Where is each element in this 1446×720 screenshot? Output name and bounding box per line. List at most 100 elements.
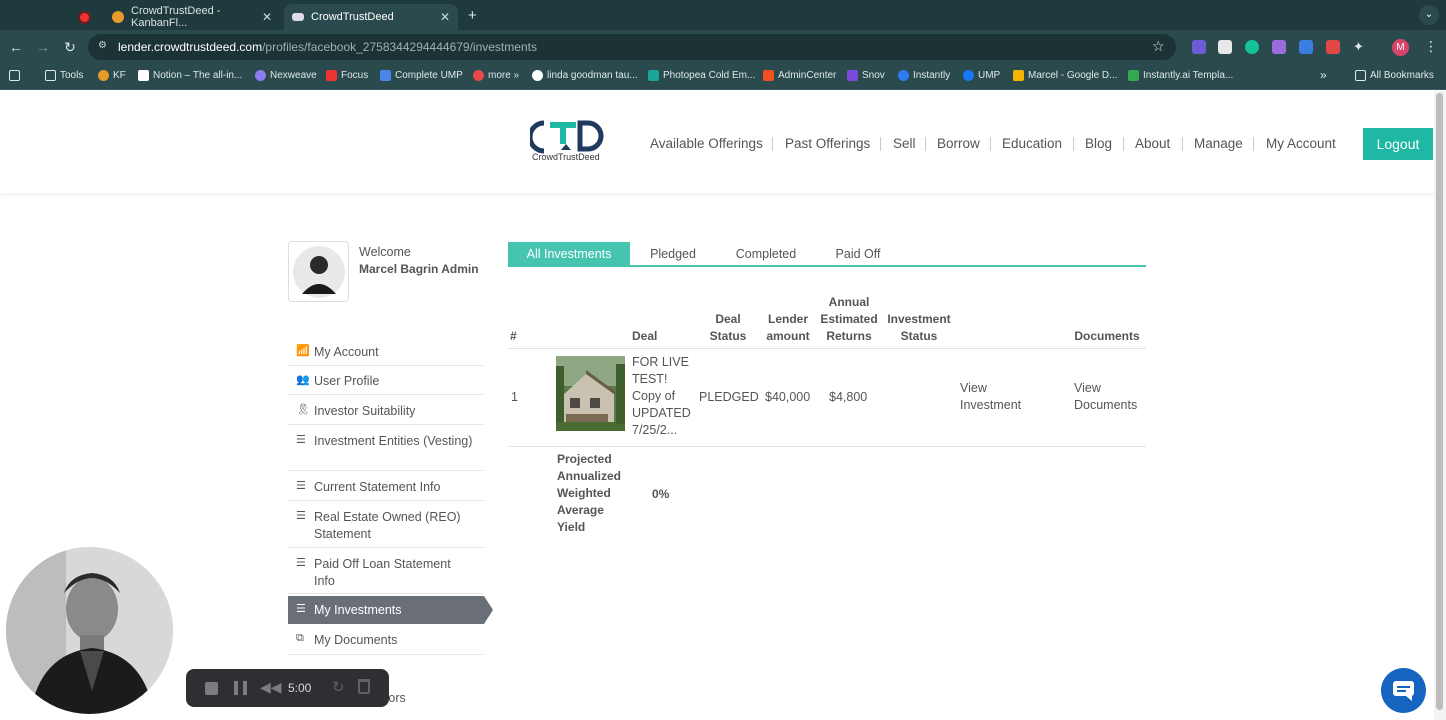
bookmark-star-icon[interactable]: ☆ <box>1152 38 1165 55</box>
deal-thumbnail[interactable] <box>556 356 625 431</box>
nav-blog[interactable]: Blog <box>1085 136 1112 151</box>
bookmarks-overflow-icon[interactable]: » <box>1320 68 1327 82</box>
tab-title: CrowdTrustDeed - KanbanFl... <box>131 5 221 29</box>
tab-underline <box>508 265 1146 267</box>
bookmark-snov[interactable]: Snov <box>847 70 885 81</box>
sidebar-item-user-profile[interactable]: 👥 User Profile <box>288 373 484 395</box>
chat-widget-button[interactable] <box>1381 668 1426 713</box>
site-info-icon[interactable]: ⚙ <box>98 40 107 51</box>
back-arrow-icon[interactable]: ← <box>8 39 24 55</box>
reload-icon[interactable]: ↻ <box>62 39 78 55</box>
profile-avatar[interactable]: M <box>1392 39 1409 56</box>
col-header-annual-returns: Annual Estimated Returns <box>820 295 878 343</box>
extension-icon[interactable] <box>1272 40 1286 54</box>
table-divider <box>508 446 1146 447</box>
browser-toolbar: ← → ↻ ⚙ lender.crowdtrustdeed.com/profil… <box>0 30 1446 64</box>
apps-grid-icon[interactable] <box>9 70 24 81</box>
bookmark-marcel-google-drive[interactable]: Marcel - Google D... <box>1013 70 1117 81</box>
bookmark-instantly-templates[interactable]: Instantly.ai Templa... <box>1128 70 1233 81</box>
col-header-documents: Documents <box>1074 329 1140 343</box>
pause-icon[interactable] <box>234 681 247 695</box>
bookmark-focus[interactable]: Focus <box>326 70 368 81</box>
all-bookmarks[interactable]: All Bookmarks <box>1355 70 1434 81</box>
bookmark-kf[interactable]: KF <box>98 70 126 81</box>
nav-education[interactable]: Education <box>1002 136 1062 151</box>
deal-status: PLEDGED <box>699 390 759 404</box>
nav-past-offerings[interactable]: Past Offerings <box>785 136 870 151</box>
list-icon: ☰ <box>296 480 306 492</box>
grammarly-icon[interactable] <box>1245 40 1259 54</box>
address-bar[interactable]: ⚙ lender.crowdtrustdeed.com/profiles/fac… <box>88 34 1176 60</box>
tab-completed[interactable]: Completed <box>724 242 808 266</box>
close-icon[interactable]: ✕ <box>262 10 272 24</box>
scrollbar-thumb[interactable] <box>1436 93 1443 710</box>
sidebar-item-reo-statement[interactable]: ☰ Real Estate Owned (REO) Statement <box>288 509 484 548</box>
forward-arrow-icon[interactable]: → <box>35 39 51 55</box>
view-documents-link[interactable]: View Documents <box>1074 380 1144 414</box>
site-favicon-icon <box>292 13 304 21</box>
rewind-icon[interactable]: ◀◀ <box>260 679 282 696</box>
welcome-label: Welcome <box>359 245 411 259</box>
bookmark-google-search[interactable]: linda goodman tau... <box>532 70 638 81</box>
browser-tab-bar: CrowdTrustDeed - KanbanFl... ✕ CrowdTrus… <box>0 0 1446 30</box>
bookmark-ump[interactable]: UMP <box>963 70 1000 81</box>
page-scrollbar[interactable] <box>1434 91 1446 720</box>
sidebar-item-paid-off-loan-statement[interactable]: ☰ Paid Off Loan Statement Info <box>288 556 484 594</box>
extension-icon[interactable] <box>1218 40 1232 54</box>
nav-available-offerings[interactable]: Available Offerings <box>650 136 763 151</box>
bookmarks-bar: Tools KF Notion – The all-in... Nexweave… <box>0 64 1446 90</box>
extension-icon[interactable] <box>1192 40 1206 54</box>
extension-icon[interactable] <box>1299 40 1313 54</box>
site-header: CrowdTrustDeed Available Offerings Past … <box>0 91 1446 193</box>
bookmark-complete-ump[interactable]: Complete UMP <box>380 70 463 81</box>
sidebar-item-my-account[interactable]: 📶 My Account <box>288 344 484 366</box>
bookmark-instantly[interactable]: Instantly <box>898 70 950 81</box>
close-icon[interactable]: ✕ <box>440 10 450 24</box>
sidebar-item-my-investments[interactable]: ☰ My Investments <box>288 596 493 624</box>
bookmark-notion[interactable]: Notion – The all-in... <box>138 70 242 81</box>
crowdtrustdeed-logo[interactable]: CrowdTrustDeed <box>527 119 606 163</box>
browser-tab-kanban[interactable]: CrowdTrustDeed - KanbanFl... ✕ <box>104 4 280 30</box>
tab-paid-off[interactable]: Paid Off <box>822 242 894 266</box>
browser-tab-crowdtrustdeed[interactable]: CrowdTrustDeed ✕ <box>284 4 458 30</box>
weighted-yield-label: Projected Annualized Weighted Average Yi… <box>557 452 622 534</box>
tab-search-chevron-icon[interactable]: ⌄ <box>1419 5 1439 25</box>
logout-button[interactable]: Logout <box>1363 128 1433 160</box>
tab-title: CrowdTrustDeed <box>311 11 394 23</box>
bookmark-admincenter[interactable]: AdminCenter <box>763 70 836 81</box>
bookmark-more[interactable]: more » <box>473 70 519 81</box>
sidebar-item-current-statement-info[interactable]: ☰ Current Statement Info <box>288 479 484 501</box>
tab-all-investments[interactable]: All Investments <box>508 242 630 266</box>
extension-icon[interactable] <box>1326 40 1340 54</box>
trash-icon[interactable] <box>358 679 370 694</box>
tab-pledged[interactable]: Pledged <box>636 242 710 266</box>
lender-amount: $40,000 <box>765 390 811 404</box>
bar-chart-icon: 📶 <box>296 345 310 357</box>
col-header-num: # <box>510 329 517 343</box>
stop-icon[interactable] <box>205 682 218 695</box>
puzzle-extensions-icon[interactable]: ✦ <box>1353 40 1367 54</box>
bookmark-nexweave[interactable]: Nexweave <box>255 70 317 81</box>
folder-icon <box>1355 70 1366 81</box>
new-tab-icon[interactable]: + <box>468 7 477 24</box>
col-header-lender-amount: Lender amount <box>766 312 810 343</box>
browser-tab-recording[interactable] <box>72 4 98 30</box>
bookmark-photopea[interactable]: Photopea Cold Em... <box>648 70 755 81</box>
nav-about[interactable]: About <box>1135 136 1170 151</box>
table-divider <box>508 348 1146 349</box>
nav-manage[interactable]: Manage <box>1194 136 1243 151</box>
restart-icon[interactable]: ↻ <box>332 678 345 696</box>
view-investment-link[interactable]: View Investment <box>960 380 1030 414</box>
user-name: Marcel Bagrin Admin <box>359 262 479 276</box>
nav-borrow[interactable]: Borrow <box>937 136 980 151</box>
kebab-menu-icon[interactable]: ⋮ <box>1424 38 1438 55</box>
sidebar-item-investment-entities[interactable]: ☰ Investment Entities (Vesting) <box>288 433 484 471</box>
sidebar-item-my-documents[interactable]: ⧉ My Documents <box>288 632 484 655</box>
nav-my-account[interactable]: My Account <box>1266 136 1336 151</box>
col-header-deal-status: Deal Status <box>709 312 747 343</box>
bookmark-tools[interactable]: Tools <box>45 70 83 81</box>
nav-sell[interactable]: Sell <box>893 136 916 151</box>
sidebar-item-investor-suitability[interactable]: 🎗 Investor Suitability <box>288 403 484 425</box>
screen-recorder-controls: ◀◀ 5:00 ↻ <box>186 669 389 707</box>
deal-title[interactable]: FOR LIVE TEST! Copy of UPDATED 7/25/2... <box>632 354 696 439</box>
